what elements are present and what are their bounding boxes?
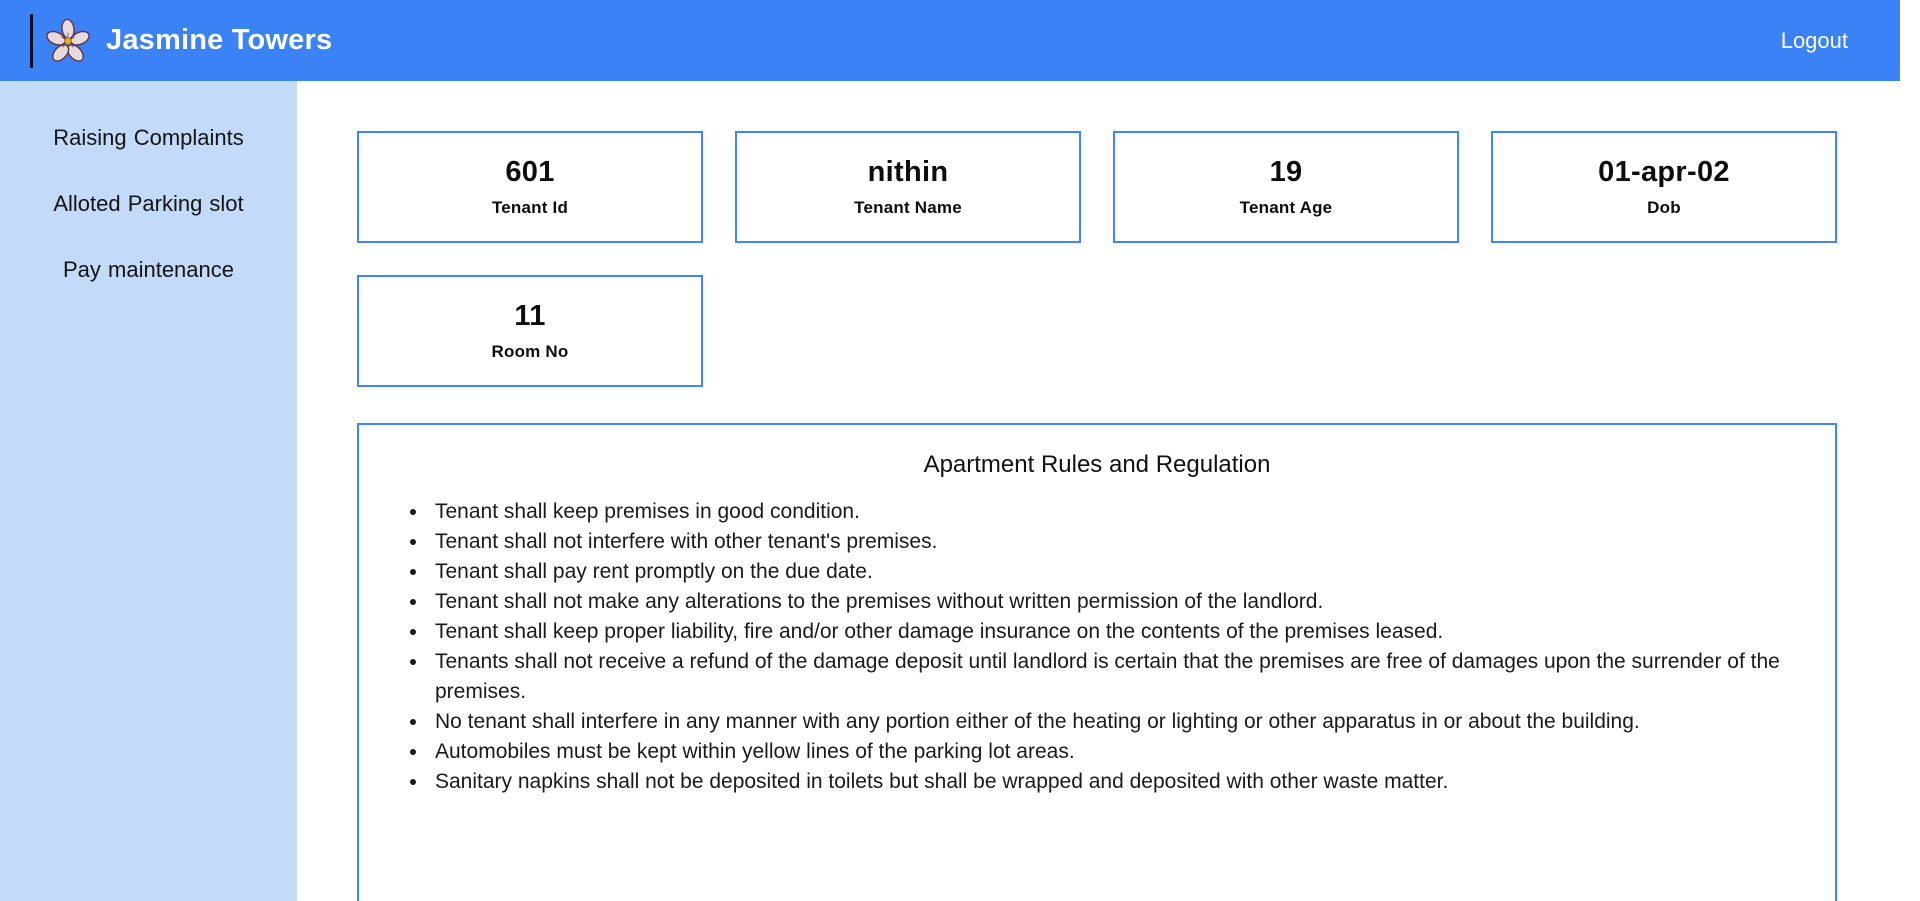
sidebar: Raising Complaints Alloted Parking slot … bbox=[0, 81, 297, 901]
main-content: 601 Tenant Id nithin Tenant Name 19 Tena… bbox=[297, 81, 1920, 901]
dob-value: 01-apr-02 bbox=[1598, 156, 1730, 189]
flower-icon bbox=[45, 18, 91, 64]
tenant-age-card: 19 Tenant Age bbox=[1113, 131, 1459, 243]
brand-divider bbox=[30, 13, 33, 68]
tenant-age-value: 19 bbox=[1269, 156, 1303, 189]
brand-title: Jasmine Towers bbox=[106, 24, 333, 56]
sidebar-item-pay-maintenance[interactable]: Pay maintenance bbox=[0, 255, 297, 285]
logout-button[interactable]: Logout bbox=[1781, 28, 1848, 54]
dob-label: Dob bbox=[1647, 197, 1681, 217]
sidebar-item-alloted-parking-slot[interactable]: Alloted Parking slot bbox=[0, 189, 297, 219]
tenant-name-label: Tenant Name bbox=[854, 197, 962, 217]
apartment-rules-panel: Apartment Rules and Regulation Tenant sh… bbox=[357, 423, 1837, 901]
room-no-label: Room No bbox=[491, 341, 569, 361]
dob-card: 01-apr-02 Dob bbox=[1491, 131, 1837, 243]
tenant-name-card: nithin Tenant Name bbox=[735, 131, 1081, 243]
room-no-card: 11 Room No bbox=[357, 275, 703, 387]
rule-item: No tenant shall interfere in any manner … bbox=[429, 707, 1805, 737]
rule-item: Tenant shall not interfere with other te… bbox=[429, 527, 1805, 557]
apartment-rules-title: Apartment Rules and Regulation bbox=[923, 451, 1271, 478]
brand: Jasmine Towers bbox=[0, 0, 332, 81]
sidebar-item-raising-complaints[interactable]: Raising Complaints bbox=[0, 123, 297, 153]
tenant-id-card: 601 Tenant Id bbox=[357, 131, 703, 243]
rule-item: Tenant shall pay rent promptly on the du… bbox=[429, 557, 1805, 587]
rule-item: Tenants shall not receive a refund of th… bbox=[429, 647, 1805, 707]
rule-item: Tenant shall keep premises in good condi… bbox=[429, 497, 1805, 527]
app-root: Jasmine Towers Logout Raising Complaints… bbox=[0, 0, 1920, 901]
tenant-id-label: Tenant Id bbox=[491, 197, 569, 217]
rule-item: Tenant shall not make any alterations to… bbox=[429, 587, 1805, 617]
rule-item: Automobiles must be kept within yellow l… bbox=[429, 737, 1805, 767]
tenant-id-value: 601 bbox=[505, 156, 555, 189]
app-header: Jasmine Towers Logout bbox=[0, 0, 1900, 81]
rule-item: Sanitary napkins shall not be deposited … bbox=[429, 767, 1805, 797]
room-no-value: 11 bbox=[514, 300, 546, 333]
tenant-name-value: nithin bbox=[867, 156, 949, 189]
tenant-age-label: Tenant Age bbox=[1239, 197, 1333, 217]
tenant-info-cards: 601 Tenant Id nithin Tenant Name 19 Tena… bbox=[357, 131, 1837, 387]
rule-item: Tenant shall keep proper liability, fire… bbox=[429, 617, 1805, 647]
apartment-rules-list: Tenant shall keep premises in good condi… bbox=[389, 497, 1805, 797]
